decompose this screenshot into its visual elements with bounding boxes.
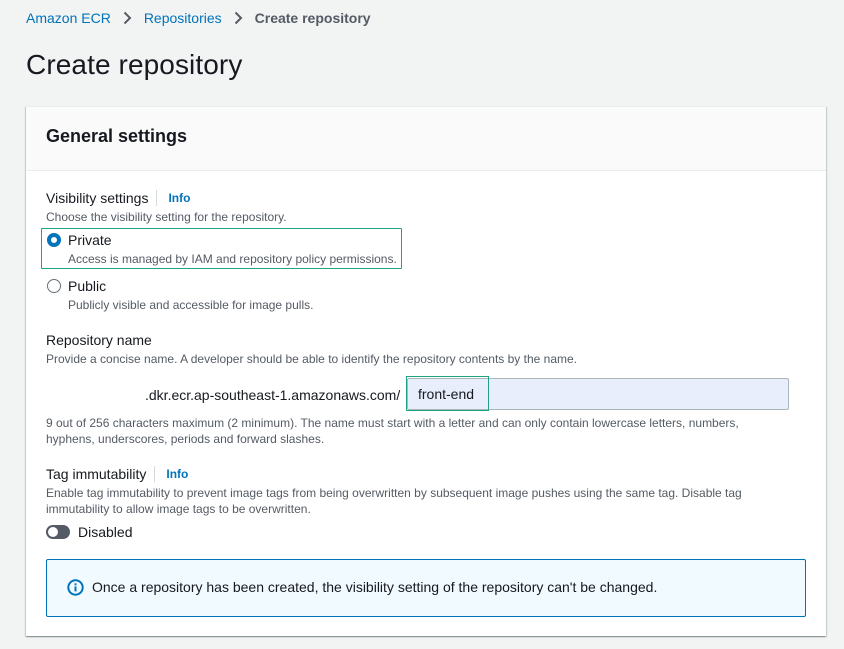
- info-circle-icon: [67, 579, 84, 596]
- visibility-info-link[interactable]: Info: [156, 190, 190, 206]
- tag-immutability-description-1: Enable tag immutability to prevent image…: [46, 486, 742, 500]
- info-alert: Once a repository has been created, the …: [46, 559, 806, 617]
- repository-name-description: Provide a concise name. A developer shou…: [46, 352, 577, 366]
- tag-immutability-description-2: immutability to allow image tags to be o…: [46, 502, 311, 516]
- breadcrumb: Amazon ECR Repositories Create repositor…: [26, 10, 371, 26]
- tag-immutability-info-link[interactable]: Info: [154, 466, 188, 482]
- visibility-settings-label: Visibility settings Info: [46, 190, 190, 206]
- repository-name-value[interactable]: front-end: [406, 376, 489, 411]
- visibility-description: Choose the visibility setting for the re…: [46, 210, 287, 224]
- toggle-knob: [48, 527, 58, 537]
- private-description: Access is managed by IAM and repository …: [68, 252, 397, 266]
- tag-immutability-toggle[interactable]: [46, 525, 70, 539]
- panel-header: General settings: [26, 107, 826, 171]
- panel-title: General settings: [46, 126, 188, 146]
- repository-name-constraint-1: 9 out of 256 characters maximum (2 minim…: [46, 416, 739, 430]
- breadcrumb-amazon-ecr[interactable]: Amazon ECR: [26, 10, 111, 26]
- repository-name-constraint-2: hyphens, underscores, periods and forwar…: [46, 432, 325, 446]
- general-settings-panel: General settings Visibility settings Inf…: [26, 106, 826, 636]
- public-radio[interactable]: [47, 279, 61, 293]
- breadcrumb-repositories[interactable]: Repositories: [144, 10, 222, 26]
- private-radio[interactable]: [47, 233, 61, 247]
- public-description: Publicly visible and accessible for imag…: [68, 298, 314, 312]
- chevron-right-icon: [123, 11, 132, 25]
- public-label[interactable]: Public: [68, 278, 106, 294]
- chevron-right-icon: [234, 11, 243, 25]
- repository-name-label: Repository name: [46, 332, 152, 348]
- alert-text: Once a repository has been created, the …: [92, 579, 658, 595]
- private-label[interactable]: Private: [68, 232, 112, 248]
- tag-immutability-label-text: Tag immutability: [46, 466, 147, 482]
- page-title: Create repository: [26, 49, 243, 80]
- visibility-label-text: Visibility settings: [46, 190, 149, 206]
- tag-immutability-label: Tag immutability Info: [46, 466, 188, 482]
- breadcrumb-current: Create repository: [254, 10, 371, 26]
- repository-uri-prefix: .dkr.ecr.ap-southeast-1.amazonaws.com/: [145, 387, 401, 403]
- toggle-state-label: Disabled: [78, 524, 133, 540]
